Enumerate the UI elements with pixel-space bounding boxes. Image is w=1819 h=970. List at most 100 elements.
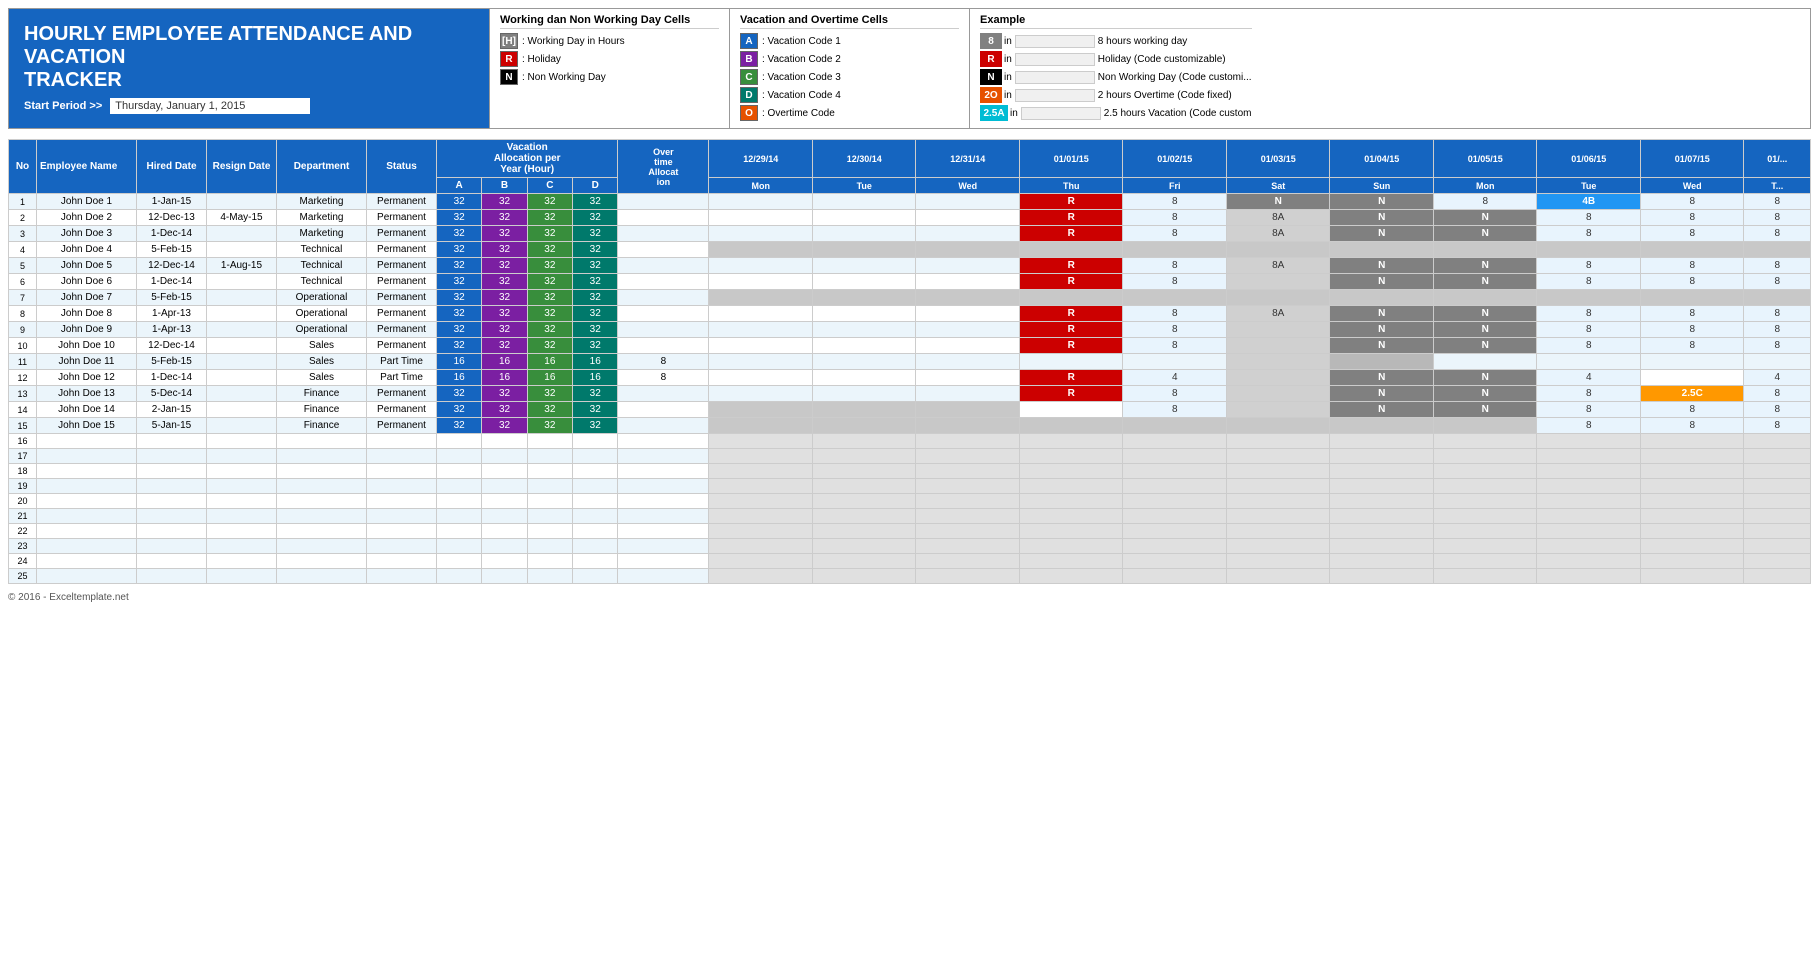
col-date-01-06: 01/06/15 xyxy=(1537,140,1641,178)
table-row: 19 xyxy=(9,479,1811,494)
table-row: 11John Doe 115-Feb-15SalesPart Time16161… xyxy=(9,354,1811,370)
badge-ex-8: 8 xyxy=(980,33,1002,49)
col-header-dept: Department xyxy=(277,140,367,194)
legend-row-o: O : Overtime Code xyxy=(740,105,959,121)
legend-working-title: Working dan Non Working Day Cells xyxy=(500,14,719,29)
legend-row-d: D : Vacation Code 4 xyxy=(740,87,959,103)
col-header-overtime: OvertimeAllocation xyxy=(618,140,709,194)
table-row: 25 xyxy=(9,569,1811,584)
table-row: 14John Doe 142-Jan-15FinancePermanent323… xyxy=(9,402,1811,418)
weekday-01-02: Fri xyxy=(1123,178,1227,194)
badge-ex-r: R xyxy=(980,51,1002,67)
alloc-sub-c: C xyxy=(527,178,572,194)
table-row: 12John Doe 121-Dec-14SalesPart Time16161… xyxy=(9,370,1811,386)
table-row: 22 xyxy=(9,524,1811,539)
badge-ex-2o: 2O xyxy=(980,87,1002,103)
table-row: 16 xyxy=(9,434,1811,449)
title-line1: HOURLY EMPLOYEE ATTENDANCE AND VACATION xyxy=(24,23,474,69)
weekday-12-31: Wed xyxy=(916,178,1020,194)
legend-example-2-5a: 2.5A in 2.5 hours Vacation (Code custom xyxy=(980,105,1252,121)
table-row: 10John Doe 1012-Dec-14SalesPermanent3232… xyxy=(9,338,1811,354)
col-header-status: Status xyxy=(367,140,437,194)
col-date-01-01: 01/01/15 xyxy=(1019,140,1123,178)
legend-row-a: A : Vacation Code 1 xyxy=(740,33,959,49)
badge-ex-2-5a: 2.5A xyxy=(980,105,1008,121)
badge-n: N xyxy=(500,69,518,85)
table-row: 5John Doe 512-Dec-141-Aug-15TechnicalPer… xyxy=(9,258,1811,274)
table-row: 17 xyxy=(9,449,1811,464)
weekday-12-29: Mon xyxy=(709,178,813,194)
table-row: 18 xyxy=(9,464,1811,479)
legend-vacation: Vacation and Overtime Cells A : Vacation… xyxy=(730,9,970,128)
weekday-12-30: Tue xyxy=(812,178,916,194)
badge-ex-n: N xyxy=(980,69,1002,85)
main-table-wrapper: No Employee Name Hired Date Resign Date … xyxy=(8,139,1811,584)
badge-c: C xyxy=(740,69,758,85)
alloc-sub-a: A xyxy=(437,178,482,194)
table-row: 6John Doe 61-Dec-14TechnicalPermanent323… xyxy=(9,274,1811,290)
col-date-01-03: 01/03/15 xyxy=(1226,140,1330,178)
legend-vacation-title: Vacation and Overtime Cells xyxy=(740,14,959,29)
footer: © 2016 - Exceltemplate.net xyxy=(8,592,1811,603)
col-header-resign: Resign Date xyxy=(207,140,277,194)
table-row: 8John Doe 81-Apr-13OperationalPermanent3… xyxy=(9,306,1811,322)
alloc-sub-d: D xyxy=(573,178,618,194)
col-date-12-29: 12/29/14 xyxy=(709,140,813,178)
legend-row-n: N : Non Working Day xyxy=(500,69,719,85)
col-date-01-07: 01/07/15 xyxy=(1640,140,1744,178)
col-header-no: No xyxy=(9,140,37,194)
legend-example-title: Example xyxy=(980,14,1252,29)
weekday-01-07: Wed xyxy=(1640,178,1744,194)
legend-row-h: [H] : Working Day in Hours xyxy=(500,33,719,49)
legend-example-2o: 2O in 2 hours Overtime (Code fixed) xyxy=(980,87,1252,103)
weekday-01-01: Thu xyxy=(1019,178,1123,194)
badge-d: D xyxy=(740,87,758,103)
badge-b: B xyxy=(740,51,758,67)
alloc-sub-b: B xyxy=(482,178,527,194)
col-date-12-30: 12/30/14 xyxy=(812,140,916,178)
table-row: 13John Doe 135-Dec-14FinancePermanent323… xyxy=(9,386,1811,402)
table-row: 4John Doe 45-Feb-15TechnicalPermanent323… xyxy=(9,242,1811,258)
col-header-name: Employee Name xyxy=(37,140,137,194)
weekday-01-xx: T... xyxy=(1744,178,1811,194)
col-date-01-02: 01/02/15 xyxy=(1123,140,1227,178)
table-row: 24 xyxy=(9,554,1811,569)
start-period-input[interactable] xyxy=(110,98,310,114)
badge-h: [H] xyxy=(500,33,518,49)
table-row: 15John Doe 155-Jan-15FinancePermanent323… xyxy=(9,418,1811,434)
badge-a: A xyxy=(740,33,758,49)
legend-example-8: 8 in 8 hours working day xyxy=(980,33,1252,49)
legend-example: Example 8 in 8 hours working day R in Ho… xyxy=(970,9,1262,128)
table-row: 23 xyxy=(9,539,1811,554)
table-row: 2John Doe 212-Dec-134-May-15MarketingPer… xyxy=(9,210,1811,226)
legend-working: Working dan Non Working Day Cells [H] : … xyxy=(490,9,730,128)
title-block: HOURLY EMPLOYEE ATTENDANCE AND VACATION … xyxy=(9,9,489,128)
col-date-01-05: 01/05/15 xyxy=(1433,140,1537,178)
table-row: 21 xyxy=(9,509,1811,524)
legend-row-r: R : Holiday xyxy=(500,51,719,67)
weekday-01-06: Tue xyxy=(1537,178,1641,194)
table-row: 9John Doe 91-Apr-13OperationalPermanent3… xyxy=(9,322,1811,338)
legend-row-c: C : Vacation Code 3 xyxy=(740,69,959,85)
badge-o: O xyxy=(740,105,758,121)
table-row: 20 xyxy=(9,494,1811,509)
weekday-01-04: Sun xyxy=(1330,178,1434,194)
col-header-hired: Hired Date xyxy=(137,140,207,194)
table-row: 3John Doe 31-Dec-14MarketingPermanent323… xyxy=(9,226,1811,242)
col-date-01-xx: 01/... xyxy=(1744,140,1811,178)
legend-section: Working dan Non Working Day Cells [H] : … xyxy=(489,9,1810,128)
col-date-01-04: 01/04/15 xyxy=(1330,140,1434,178)
col-date-12-31: 12/31/14 xyxy=(916,140,1020,178)
copyright: © 2016 - Exceltemplate.net xyxy=(8,592,129,603)
title-line2: TRACKER xyxy=(24,69,474,92)
start-period-label: Start Period >> xyxy=(24,100,102,112)
table-row: 7John Doe 75-Feb-15OperationalPermanent3… xyxy=(9,290,1811,306)
table-row: 1John Doe 11-Jan-15MarketingPermanent323… xyxy=(9,194,1811,210)
col-header-vacation: VacationAllocation perYear (Hour) xyxy=(437,140,618,178)
weekday-01-05: Mon xyxy=(1433,178,1537,194)
attendance-table: No Employee Name Hired Date Resign Date … xyxy=(8,139,1811,584)
legend-example-r: R in Holiday (Code customizable) xyxy=(980,51,1252,67)
badge-r: R xyxy=(500,51,518,67)
header-section: HOURLY EMPLOYEE ATTENDANCE AND VACATION … xyxy=(8,8,1811,129)
legend-example-n: N in Non Working Day (Code customi... xyxy=(980,69,1252,85)
